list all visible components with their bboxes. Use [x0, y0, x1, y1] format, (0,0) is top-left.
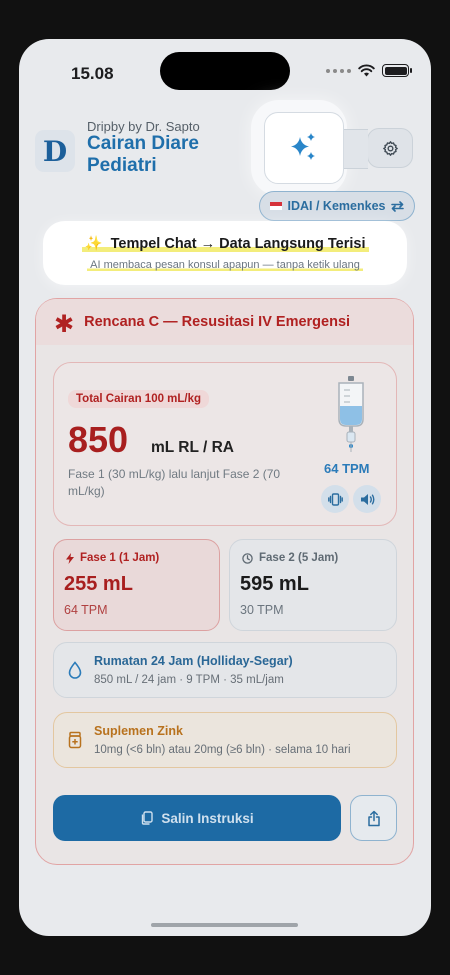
- vibrate-button[interactable]: [321, 485, 349, 513]
- total-volume: 850: [68, 419, 129, 460]
- swap-arrows-icon: [391, 200, 405, 212]
- share-icon: [367, 810, 380, 826]
- asterisk-icon: ✱: [54, 311, 75, 338]
- maintenance-card: Rumatan 24 Jam (Holliday-Segar) 850 mL /…: [53, 642, 397, 698]
- phase-1-card: Fase 1 (1 Jam) 255 mL 64 TPM: [53, 539, 220, 631]
- region-label: IDAI / Kemenkes: [287, 199, 386, 213]
- sparkle-emoji-icon: ✨: [84, 236, 103, 252]
- copy-instructions-label: Salin Instruksi: [161, 810, 254, 826]
- pill-bottle-icon: [68, 731, 82, 749]
- sparkles-icon: [291, 133, 315, 160]
- phase-1-volume: 255 mL: [64, 573, 133, 595]
- status-time: 15.08: [71, 64, 114, 83]
- total-fluid-box: Total Cairan 100 mL/kg 850 mL RL / RA Fa…: [53, 362, 397, 526]
- clock-icon: [242, 552, 253, 564]
- phase-2-label-text: Fase 2 (5 Jam): [259, 552, 339, 564]
- phone-screen: 15.08 D Dripby by Dr. Sapto Cairan Diare…: [19, 39, 431, 936]
- page-title: Cairan Diare Pediatri: [87, 133, 199, 176]
- ai-paste-button[interactable]: [264, 112, 344, 184]
- sound-button[interactable]: [353, 485, 381, 513]
- paste-chat-title-text: Tempel Chat → Data Langsung Terisi: [110, 236, 366, 252]
- cellular-icon: [326, 68, 351, 73]
- vibrate-icon: [327, 492, 343, 506]
- battery-icon: [382, 64, 412, 77]
- total-volume-unit: mL RL / RA: [151, 439, 234, 456]
- phase-1-label: Fase 1 (1 Jam): [66, 552, 159, 564]
- phase-1-tpm: 64 TPM: [64, 603, 108, 617]
- maintenance-title: Rumatan 24 Jam (Holliday-Segar): [94, 654, 293, 668]
- share-button[interactable]: [350, 795, 397, 841]
- total-description: Fase 1 (30 mL/kg) lalu lanjut Fase 2 (70…: [68, 467, 281, 498]
- region-selector[interactable]: IDAI / Kemenkes: [259, 191, 415, 221]
- wifi-icon: [358, 64, 375, 77]
- speaker-icon: [360, 493, 374, 505]
- plan-header: ✱ Rencana C — Resusitasi IV Emergensi: [36, 299, 413, 345]
- iv-bag-icon: [338, 376, 364, 452]
- gear-icon: [382, 140, 398, 156]
- copy-icon: [142, 811, 154, 825]
- home-indicator: [151, 923, 298, 927]
- phase-2-volume: 595 mL: [240, 573, 309, 595]
- phase-1-label-text: Fase 1 (1 Jam): [80, 552, 160, 564]
- settings-button[interactable]: [344, 128, 413, 169]
- total-fluid-badge: Total Cairan 100 mL/kg: [68, 390, 210, 408]
- zinc-card: Suplemen Zink 10mg (<6 bln) atau 20mg (≥…: [53, 712, 397, 768]
- main-tpm: 64 TPM: [324, 461, 370, 476]
- phase-2-label: Fase 2 (5 Jam): [242, 552, 338, 564]
- maintenance-detail: 850 mL / 24 jam · 9 TPM · 35 mL/jam: [94, 674, 284, 686]
- brand-label: Dripby by Dr. Sapto: [87, 119, 200, 134]
- status-icons: [326, 64, 412, 77]
- dynamic-island: [160, 52, 290, 90]
- bolt-icon: [66, 552, 74, 564]
- paste-chat-subtitle: AI membaca pesan konsul apapun — tanpa k…: [87, 259, 363, 271]
- phase-2-card: Fase 2 (5 Jam) 595 mL 30 TPM: [229, 539, 397, 631]
- water-drop-icon: [68, 661, 82, 679]
- zinc-title: Suplemen Zink: [94, 724, 183, 738]
- paste-chat-title: ✨ Tempel Chat → Data Langsung Terisi: [81, 235, 369, 252]
- paste-chat-tooltip[interactable]: ✨ Tempel Chat → Data Langsung Terisi AI …: [43, 221, 407, 285]
- copy-instructions-button[interactable]: Salin Instruksi: [53, 795, 341, 841]
- zinc-detail: 10mg (<6 bln) atau 20mg (≥6 bln) · selam…: [94, 744, 351, 756]
- indonesia-flag-icon: [269, 202, 282, 210]
- plan-c-card: ✱ Rencana C — Resusitasi IV Emergensi To…: [35, 298, 414, 865]
- phase-2-tpm: 30 TPM: [240, 603, 284, 617]
- plan-title: Rencana C — Resusitasi IV Emergensi: [84, 314, 351, 330]
- app-logo: D: [35, 130, 75, 172]
